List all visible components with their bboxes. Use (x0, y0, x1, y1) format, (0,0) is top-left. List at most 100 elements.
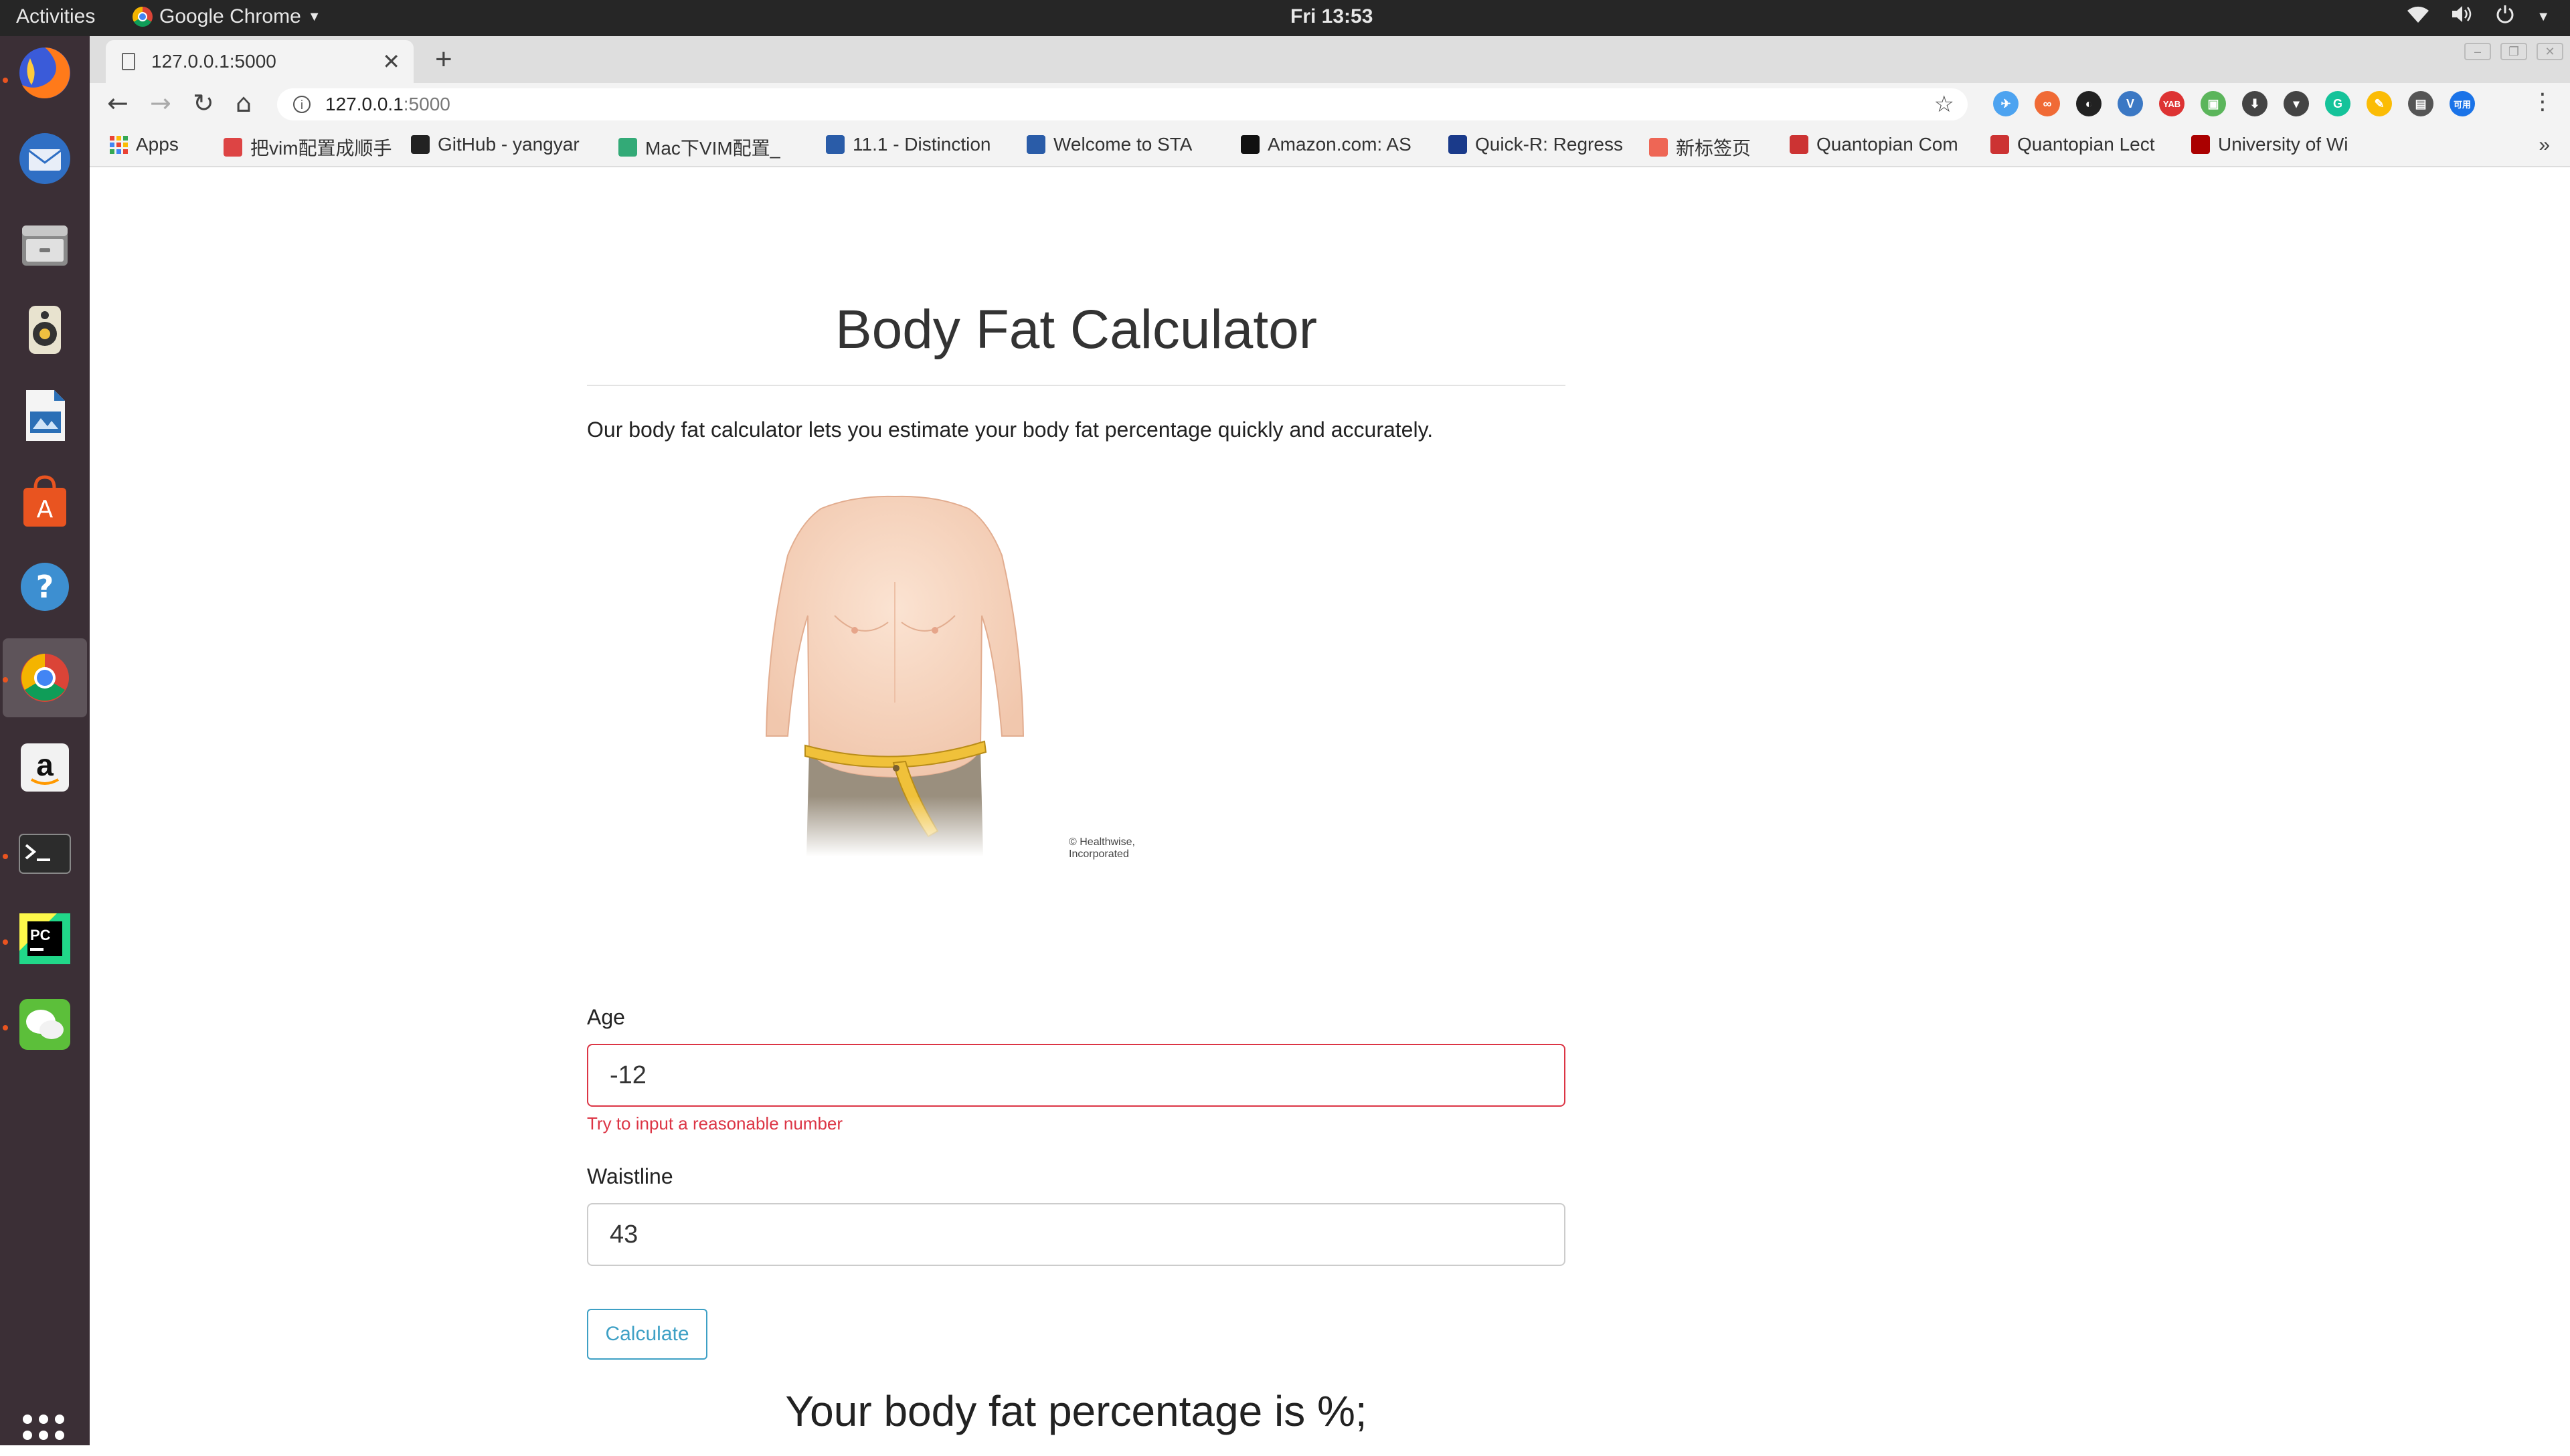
quantopian-favicon (1790, 135, 1808, 154)
green-ext-icon[interactable]: ▣ (2201, 91, 2226, 116)
vue-ext-icon[interactable]: V (2118, 91, 2143, 116)
home-icon[interactable]: ⌂ (236, 88, 252, 118)
show-applications-button[interactable] (23, 1415, 64, 1456)
rhythmbox-icon[interactable] (15, 300, 75, 360)
bookmark-label: 11.1 - Distinction (853, 134, 991, 155)
running-indicator (3, 854, 8, 859)
files-icon[interactable] (15, 214, 75, 274)
app-menu[interactable]: Google Chrome ▼ (133, 5, 321, 28)
tab-title: 127.0.0.1:5000 (151, 51, 276, 72)
pycharm-icon[interactable]: PC (15, 909, 75, 969)
yab-ext-icon[interactable]: YAB (2159, 91, 2184, 116)
grammarly-ext-icon[interactable]: G (2325, 91, 2350, 116)
system-tray[interactable]: ▼ (2407, 4, 2550, 29)
bookmark-item[interactable]: 新标签页 (1649, 134, 1751, 161)
bookmark-item[interactable]: 把vim配置成顺手 (224, 134, 392, 161)
new-tab-button[interactable]: + (435, 43, 452, 76)
infinity-favicon (1649, 138, 1668, 157)
restore-button[interactable]: ❐ (2500, 43, 2527, 60)
minimize-button[interactable]: – (2464, 43, 2491, 60)
bookmark-item[interactable]: Quick-R: Regress (1448, 134, 1623, 155)
svg-text:a: a (36, 747, 54, 782)
download-ext-icon[interactable]: ⬇ (2242, 91, 2267, 116)
script-ext-icon[interactable]: ▤ (2408, 91, 2433, 116)
activities-button[interactable]: Activities (16, 5, 95, 28)
bookmark-item[interactable]: Mac下VIM配置_ (618, 134, 780, 161)
libreoffice-impress-icon[interactable] (15, 385, 75, 446)
info-icon[interactable]: i (293, 96, 311, 113)
age-label: Age (587, 1005, 625, 1029)
svg-text:PC: PC (30, 927, 51, 943)
help-icon[interactable]: ? (15, 557, 75, 617)
browser-window: 127.0.0.1:5000 ✕ + – ❐ ✕ ← → ↻ ⌂ i 127.0… (90, 36, 2570, 1445)
web-page: Body Fat Calculator Our body fat calcula… (90, 167, 2570, 1445)
bookmark-item[interactable]: Welcome to STA (1027, 134, 1192, 155)
image-credit: © Healthwise, Incorporated (1069, 836, 1135, 860)
amazon-icon[interactable]: a (15, 737, 75, 798)
bookmark-item[interactable]: Quantopian Lect (1990, 134, 2155, 155)
volume-icon (2451, 4, 2474, 29)
bookmark-item[interactable]: University of Wi (2191, 134, 2348, 155)
apps-bookmark[interactable]: Apps (110, 134, 179, 155)
apps-grid-icon (110, 135, 128, 154)
chrome-icon[interactable] (3, 638, 87, 717)
waist-measurement-illustration: © Healthwise, Incorporated (721, 482, 1189, 860)
bookmark-label: Quantopian Com (1816, 134, 1958, 155)
back-arrow-icon[interactable]: ← (107, 88, 128, 118)
twitter-ext-icon[interactable]: ✈ (1993, 91, 2019, 116)
wifi-icon (2407, 4, 2429, 29)
close-window-button[interactable]: ✕ (2537, 43, 2563, 60)
infinity-ext-icon[interactable]: ∞ (2035, 91, 2060, 116)
bookmark-item[interactable]: Quantopian Com (1790, 134, 1958, 155)
running-indicator (3, 1025, 8, 1030)
bookmark-item[interactable]: Amazon.com: AS (1241, 134, 1411, 155)
ext-icon-multicolor[interactable]: ✎ (2367, 91, 2392, 116)
reload-icon[interactable]: ↻ (193, 88, 214, 118)
waistline-label: Waistline (587, 1164, 673, 1188)
bookmark-label: GitHub - yangyar (438, 134, 580, 155)
dark-reader-ext-icon[interactable]: ◐ (2076, 91, 2102, 116)
bookmark-star-icon[interactable]: ☆ (1934, 91, 1954, 118)
page-icon (122, 53, 135, 70)
bookmark-label: Amazon.com: AS (1268, 134, 1411, 155)
colorful-favicon (618, 138, 637, 157)
url-port: :5000 (403, 94, 450, 114)
more-bookmarks-icon[interactable]: » (2539, 134, 2550, 157)
system-top-bar: Activities Google Chrome ▼ Fri 13:53 ▼ (0, 0, 2570, 36)
svg-text:?: ? (36, 569, 54, 605)
page-title: Body Fat Calculator (835, 299, 1318, 360)
profile-ext-icon[interactable]: 可用 (2450, 91, 2475, 116)
chevron-down-icon: ▼ (2537, 9, 2550, 24)
firefox-icon[interactable] (15, 43, 75, 103)
waistline-input[interactable]: 43 (587, 1203, 1565, 1266)
bookmark-label: 新标签页 (1676, 138, 1751, 159)
bookmark-item[interactable]: GitHub - yangyar (411, 134, 580, 155)
pocket-ext-icon[interactable]: ▾ (2284, 91, 2309, 116)
app-menu-label: Google Chrome (159, 5, 301, 27)
address-bar[interactable]: i 127.0.0.1:5000 ☆ (277, 88, 1968, 120)
bookmarks-bar: Apps 把vim配置成顺手 GitHub - yangyar Mac下VIM配置_ 1… (90, 124, 2570, 167)
wechat-icon[interactable] (15, 994, 75, 1055)
forward-arrow-icon[interactable]: → (150, 88, 171, 118)
bookmark-label: University of Wi (2218, 134, 2348, 155)
browser-toolbar: ← → ↻ ⌂ i 127.0.0.1:5000 ☆ ✈ ∞ ◐ V YAB ▣ ⬇ ▾ G ✎ ▤… (90, 83, 2570, 124)
ubuntu-software-icon[interactable]: A (15, 471, 75, 531)
power-icon (2495, 4, 2515, 29)
bookmark-item[interactable]: 11.1 - Distinction (826, 134, 991, 155)
bookmark-favicon-red (224, 138, 242, 157)
age-input[interactable]: -12 (587, 1044, 1565, 1107)
extensions-toolbar: ✈ ∞ ◐ V YAB ▣ ⬇ ▾ G ✎ ▤ 可用 (1993, 91, 2475, 116)
window-controls: – ❐ ✕ (2464, 43, 2563, 60)
calculate-button[interactable]: Calculate (587, 1309, 707, 1360)
running-indicator (3, 78, 8, 83)
thunderbird-icon[interactable] (15, 128, 75, 189)
clock[interactable]: Fri 13:53 (1290, 5, 1373, 28)
close-icon[interactable]: ✕ (382, 49, 400, 74)
bookmark-label: Welcome to STA (1053, 134, 1193, 155)
chrome-icon (133, 7, 153, 27)
intro-text: Our body fat calculator lets you estimat… (587, 418, 1434, 442)
menu-kebab-icon[interactable]: ⋮ (2531, 88, 2554, 115)
browser-tab[interactable]: 127.0.0.1:5000 ✕ (106, 40, 414, 83)
terminal-icon[interactable] (15, 823, 75, 883)
svg-text:A: A (37, 496, 54, 523)
